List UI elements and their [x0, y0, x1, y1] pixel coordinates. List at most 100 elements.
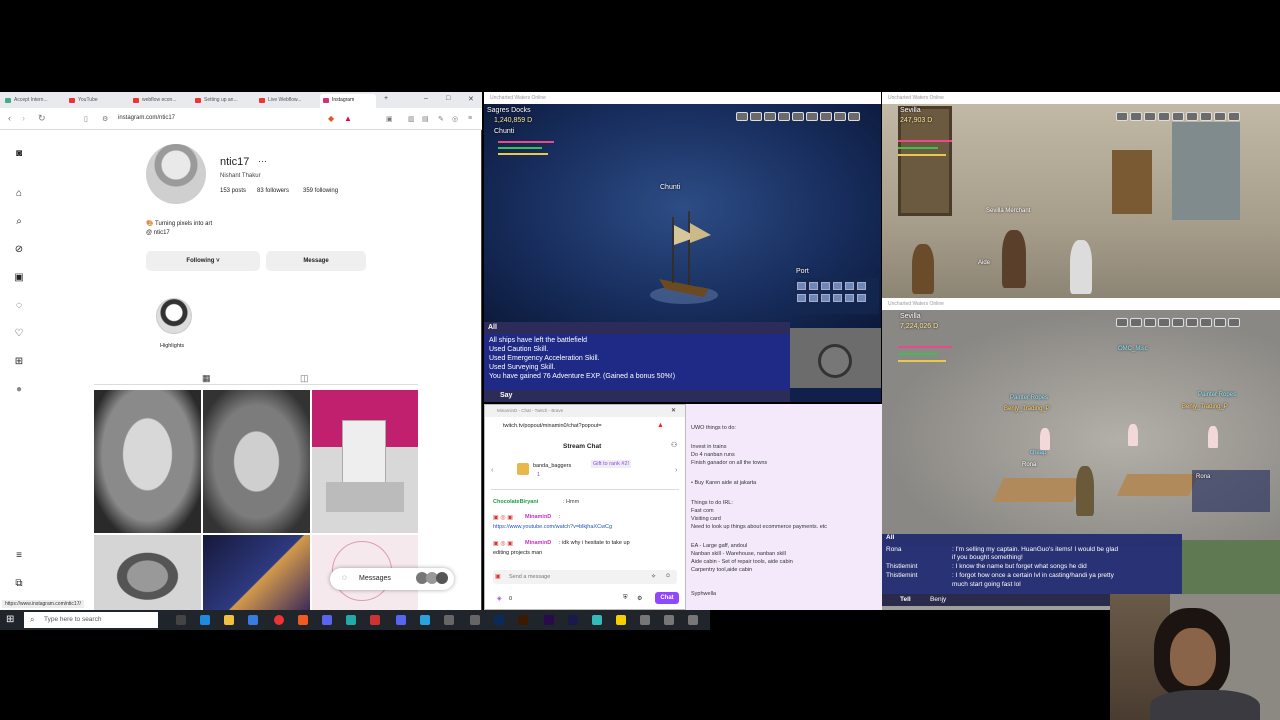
chat-input-bar[interactable]: Tell Benjy	[882, 594, 1112, 606]
chrome-icon[interactable]	[274, 615, 284, 625]
player-character[interactable]	[1076, 466, 1094, 516]
create-icon[interactable]: ⊞	[13, 356, 25, 368]
channel-points-icon[interactable]: ◈	[497, 595, 502, 602]
tabs-icon[interactable]: ▤	[422, 115, 429, 123]
minimap[interactable]	[1182, 540, 1280, 596]
game-window-sagres[interactable]: Uncharted Waters Online Sagres Docks 1,2…	[484, 92, 881, 402]
game-chat[interactable]: All All ships have left the battlefield …	[484, 322, 790, 402]
chat-tab-all[interactable]: All	[886, 534, 894, 541]
extension-icon[interactable]: ▣	[386, 115, 393, 123]
message-button[interactable]: Message	[266, 251, 366, 271]
photoshop-icon[interactable]	[494, 615, 504, 625]
gift-rank-button[interactable]: Gift to rank #2!	[591, 460, 632, 468]
npc[interactable]	[1128, 424, 1138, 446]
sidebar-toggle-icon[interactable]: ▥	[408, 115, 415, 123]
npc[interactable]	[1040, 428, 1050, 450]
bio-handle[interactable]: @ ntic17	[146, 230, 170, 236]
extensions-icon[interactable]: ✎	[438, 115, 444, 123]
also-from-meta-icon[interactable]: ⧉	[13, 578, 25, 590]
shield-icon[interactable]: ⛨	[623, 595, 628, 602]
notes-icon[interactable]	[616, 615, 626, 625]
chat-send-button[interactable]: Chat	[655, 592, 679, 604]
forward-icon[interactable]: ›	[22, 113, 25, 123]
chevron-left-icon[interactable]: ‹	[491, 467, 493, 474]
chat-username[interactable]: MinaminD	[525, 540, 551, 546]
following-button[interactable]: Following ˅	[146, 251, 260, 271]
after-effects-icon[interactable]	[568, 615, 578, 625]
npc[interactable]	[1070, 240, 1092, 294]
notes-window[interactable]: UWO things to do: Invest in trains Do 4 …	[686, 404, 882, 610]
bits-icon[interactable]: ✧	[651, 573, 656, 580]
toolbar-icons[interactable]	[1116, 108, 1242, 121]
messenger-icon[interactable]: ◌	[13, 300, 25, 312]
toolbar-icons[interactable]	[1116, 314, 1242, 327]
twitch-chat-window[interactable]: MinaminD - Chat - Twitch - Brave ✕ twitc…	[484, 404, 686, 610]
taskbar-search[interactable]: ⌕ Type here to search	[24, 612, 158, 628]
game-icon[interactable]	[688, 615, 698, 625]
game-icon[interactable]	[664, 615, 674, 625]
brave-shield-icon[interactable]: ▲	[657, 422, 664, 429]
profile-avatar[interactable]	[146, 144, 206, 204]
game-chat[interactable]: All Rona : I'm selling my captain. HuanG…	[882, 534, 1182, 598]
brave-rewards-icon[interactable]: ▲	[344, 114, 352, 123]
reels-icon[interactable]: ▣	[13, 272, 25, 284]
discord-icon[interactable]	[322, 615, 332, 625]
explore-icon[interactable]: ⊘	[13, 244, 25, 256]
bookmark-icon[interactable]: ▯	[84, 115, 88, 123]
game-icon[interactable]	[640, 615, 650, 625]
game-window-sevilla-bottom[interactable]: Uncharted Waters Online Sevilla 7,224,02…	[882, 298, 1280, 610]
player-badge[interactable]: Rona	[1192, 470, 1270, 512]
minimap[interactable]	[790, 328, 881, 388]
post-thumbnail[interactable]	[312, 390, 418, 533]
twitch-url[interactable]: twitch.tv/popout/minamin0/chat?popout=	[503, 423, 602, 429]
close-icon[interactable]: ✕	[671, 407, 676, 414]
app-icon[interactable]	[346, 615, 356, 625]
home-icon[interactable]: ⌂	[13, 188, 25, 200]
maximize-icon[interactable]: □	[446, 95, 450, 102]
minimize-icon[interactable]: –	[424, 95, 428, 102]
brave-icon[interactable]	[298, 615, 308, 625]
app-icon[interactable]	[470, 615, 480, 625]
story-highlight[interactable]	[156, 298, 192, 334]
options-icon[interactable]: ···	[258, 156, 267, 166]
app-icon[interactable]	[444, 615, 454, 625]
more-menu-icon[interactable]: ≡	[13, 550, 25, 562]
wallet-icon[interactable]: ◎	[452, 115, 458, 123]
game-window-sevilla-top[interactable]: Uncharted Waters Online Sevilla 247,903 …	[882, 92, 1280, 298]
browser-tab[interactable]: Setting up an...	[192, 94, 254, 108]
chevron-right-icon[interactable]: ›	[675, 467, 677, 474]
settings-icon[interactable]: ⚙	[637, 595, 642, 602]
toolbar-icons[interactable]	[736, 108, 862, 121]
app-icon[interactable]	[370, 615, 380, 625]
browser-tab[interactable]: webflow econ...	[130, 94, 192, 108]
chat-input-bar[interactable]: Say	[484, 390, 790, 402]
browser-tab[interactable]: Live Webflow...	[256, 94, 318, 108]
new-tab-icon[interactable]: +	[384, 95, 388, 102]
browser-tab[interactable]: YouTube	[66, 94, 128, 108]
users-icon[interactable]: ⚇	[671, 441, 677, 449]
chat-username[interactable]: ChocolateBiryani	[493, 499, 538, 505]
npc[interactable]	[1002, 230, 1026, 288]
instagram-logo-icon[interactable]: ◙	[13, 148, 25, 160]
following-count[interactable]: 359 following	[303, 188, 338, 194]
menu-icon[interactable]: ≡	[468, 115, 472, 122]
store-icon[interactable]	[248, 615, 258, 625]
site-info-icon[interactable]: ⚙	[102, 115, 108, 123]
messages-bar[interactable]: ◌ Messages	[330, 568, 454, 590]
start-icon[interactable]: ⊞	[6, 614, 14, 625]
post-thumbnail[interactable]	[94, 535, 201, 610]
chat-link[interactable]: https://www.youtube.com/watch?v=blkjhaXC…	[493, 524, 612, 530]
task-view-icon[interactable]	[176, 615, 186, 625]
app-icon[interactable]	[396, 615, 406, 625]
tagged-icon[interactable]: ◫	[300, 373, 309, 384]
search-icon[interactable]: ⌕	[13, 216, 25, 228]
close-icon[interactable]: ✕	[468, 95, 474, 103]
browser-tab-active[interactable]: Instagram	[320, 94, 376, 108]
profile-icon[interactable]: ●	[13, 384, 25, 396]
port-actions[interactable]	[795, 278, 879, 314]
chat-input[interactable]: ▣ Send a message ✧ ☺	[493, 570, 677, 584]
app-icon[interactable]	[592, 615, 602, 625]
notifications-icon[interactable]: ♡	[13, 328, 25, 340]
npc[interactable]	[1208, 426, 1218, 448]
premiere-icon[interactable]	[544, 615, 554, 625]
